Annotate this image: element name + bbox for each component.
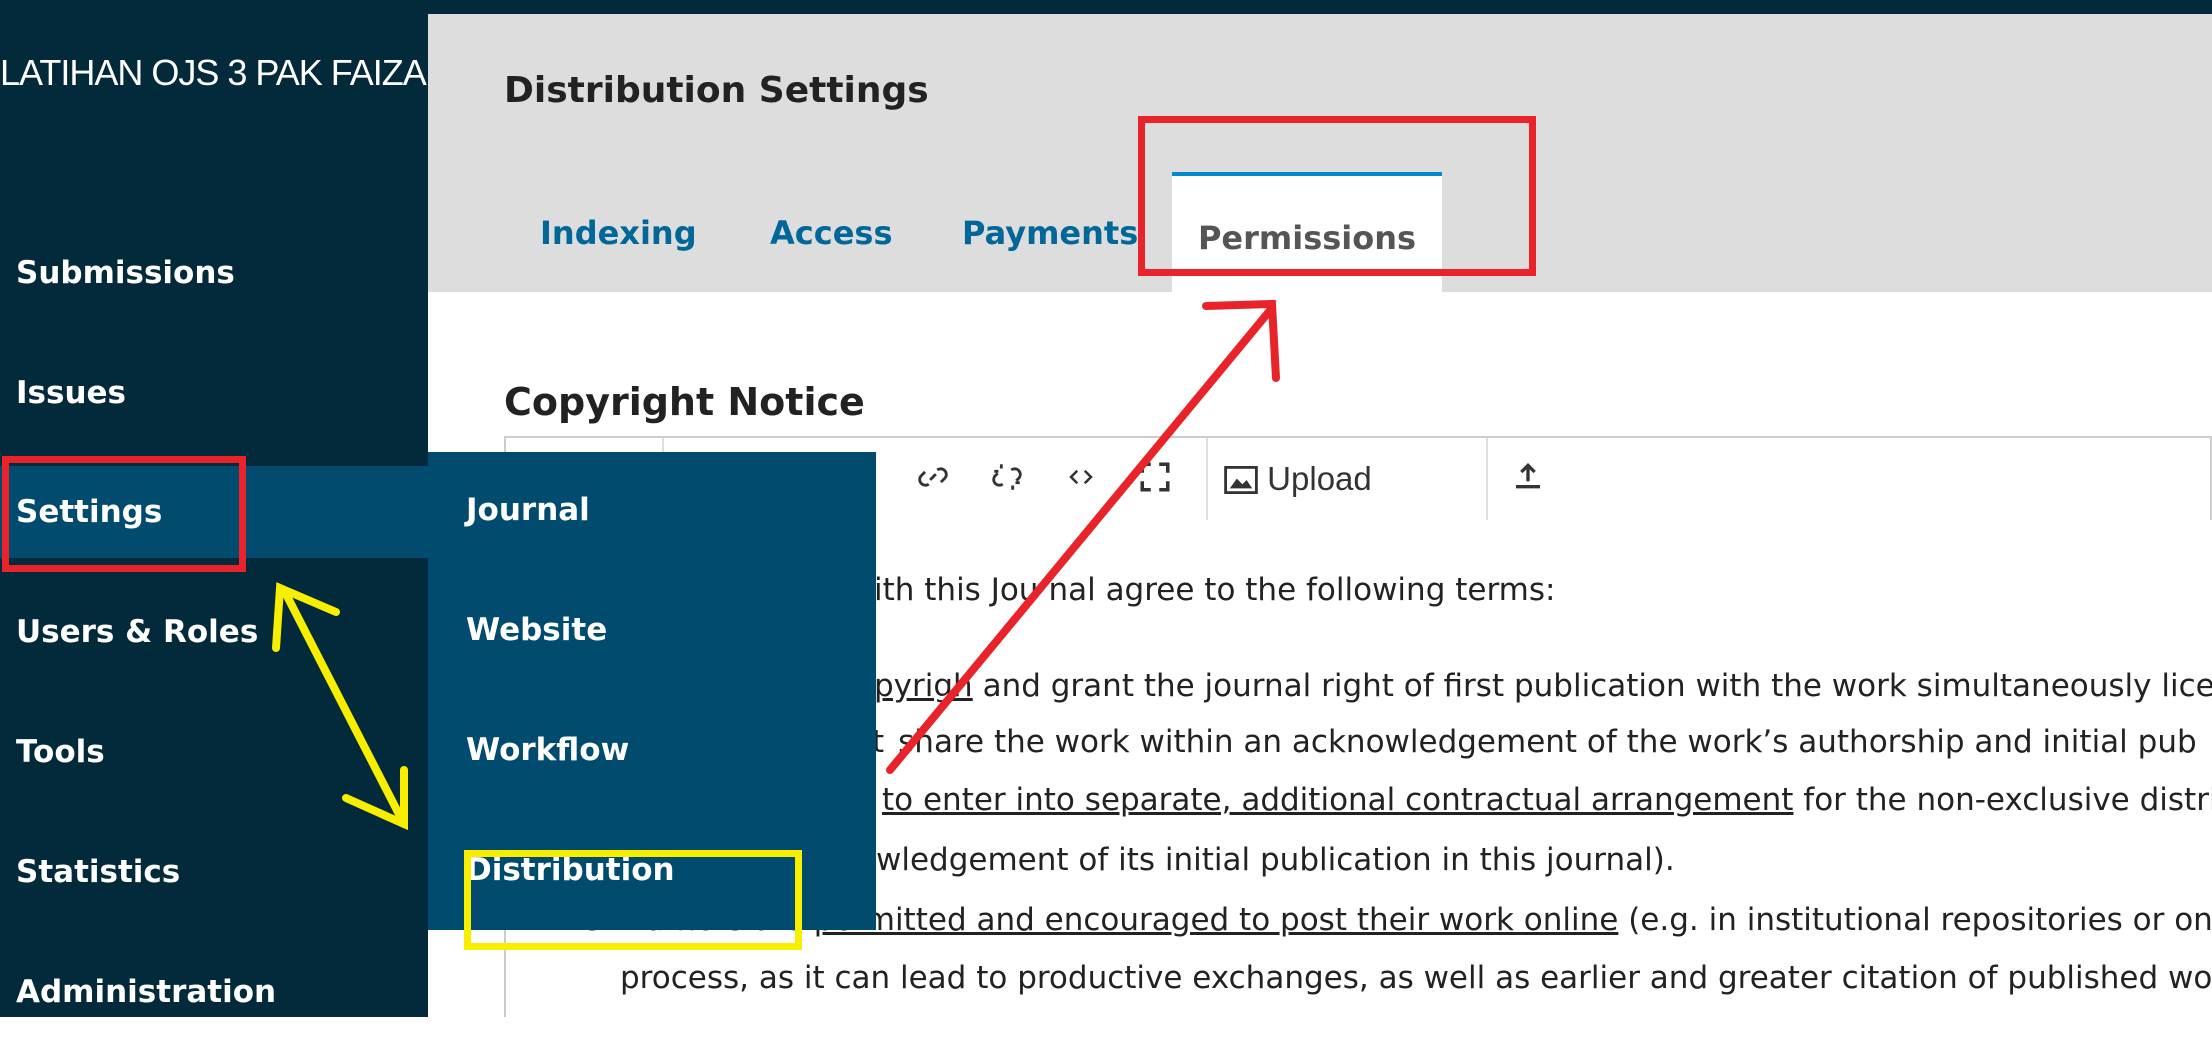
red-arrow — [886, 299, 1280, 774]
yellow-double-arrow — [272, 582, 408, 831]
annotation-arrows — [272, 299, 1280, 831]
